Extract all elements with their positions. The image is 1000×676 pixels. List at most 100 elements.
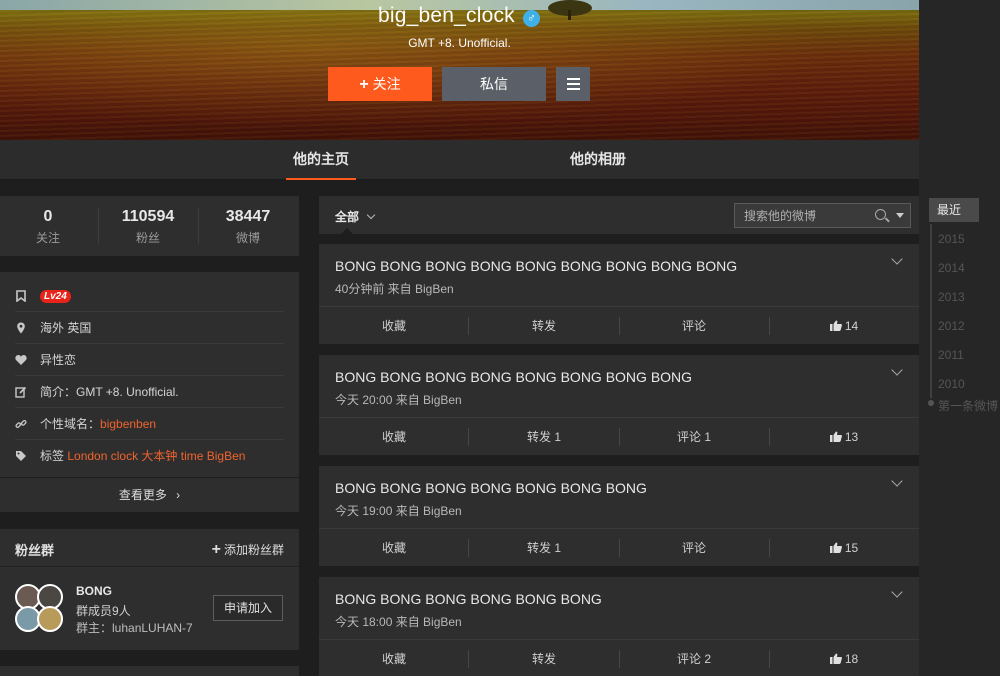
search-icon[interactable] bbox=[875, 209, 886, 220]
menu-icon-bar bbox=[567, 83, 580, 85]
post-meta[interactable]: 今天 18:00 来自 BigBen bbox=[335, 613, 462, 630]
stat-following[interactable]: 0 关注 bbox=[8, 208, 88, 246]
feed-search-box bbox=[734, 203, 911, 228]
edit-icon bbox=[15, 386, 27, 398]
fan-group-title: 粉丝群 bbox=[15, 543, 55, 558]
post-options-chevron-icon[interactable] bbox=[891, 475, 903, 487]
favorite-button[interactable]: 收藏 bbox=[319, 640, 469, 676]
caret-down-icon[interactable] bbox=[896, 213, 904, 218]
post-options-chevron-icon[interactable] bbox=[891, 586, 903, 598]
post-options-chevron-icon[interactable] bbox=[891, 364, 903, 376]
profile-tabbar: 他的主页 他的相册 bbox=[0, 140, 919, 180]
favorite-button[interactable]: 收藏 bbox=[319, 307, 469, 345]
repost-button[interactable]: 转发 bbox=[469, 307, 619, 345]
add-fan-group-button[interactable]: + 添加粉丝群 bbox=[212, 541, 284, 559]
next-panel-edge bbox=[0, 666, 299, 676]
group-members: 群成员9人 bbox=[76, 604, 131, 618]
menu-icon-bar bbox=[567, 78, 580, 80]
post-actions: 收藏 转发 评论 14 bbox=[319, 306, 919, 344]
favorite-button[interactable]: 收藏 bbox=[319, 529, 469, 567]
timeline-year[interactable]: 2013 bbox=[938, 290, 965, 304]
location-pin-icon bbox=[15, 322, 27, 334]
bio-label: 简介： bbox=[40, 385, 77, 399]
info-level: Lv24 bbox=[15, 280, 284, 312]
timeline-dot bbox=[928, 400, 934, 406]
menu-icon-bar bbox=[567, 88, 580, 90]
repost-button[interactable]: 转发 bbox=[469, 640, 619, 676]
bookmark-icon bbox=[15, 290, 27, 303]
timeline-year[interactable]: 2011 bbox=[938, 348, 964, 362]
thumbs-up-icon bbox=[829, 653, 842, 664]
like-button[interactable]: 13 bbox=[769, 418, 919, 456]
link-icon bbox=[15, 418, 27, 430]
favorite-button[interactable]: 收藏 bbox=[319, 418, 469, 456]
timeline-year[interactable]: 2012 bbox=[938, 319, 965, 333]
thumbs-up-icon bbox=[829, 542, 842, 553]
chevron-down-icon bbox=[366, 210, 376, 220]
feed-search-input[interactable] bbox=[735, 204, 867, 227]
stat-label: 关注 bbox=[35, 231, 60, 245]
filter-pointer bbox=[341, 228, 353, 234]
post-meta[interactable]: 40分钟前 来自 BigBen bbox=[335, 280, 454, 297]
repost-button[interactable]: 转发 1 bbox=[469, 418, 619, 456]
domain-label: 个性域名： bbox=[40, 417, 101, 431]
group-avatar[interactable] bbox=[15, 584, 65, 634]
view-more-label: 查看更多 bbox=[118, 488, 167, 502]
info-domain: 个性域名：bigbenben bbox=[15, 408, 284, 440]
timeline-recent[interactable]: 最近 bbox=[929, 198, 979, 222]
stat-value: 38447 bbox=[225, 208, 271, 225]
tags-links[interactable]: London clock 大本钟 time BigBen bbox=[67, 449, 245, 463]
stats-panel: 0 关注 110594 粉丝 38447 微博 bbox=[0, 196, 299, 256]
follow-button[interactable]: + 关注 bbox=[328, 67, 432, 101]
comment-button[interactable]: 评论 2 bbox=[619, 640, 769, 676]
like-count: 14 bbox=[844, 319, 859, 333]
stat-value: 110594 bbox=[121, 208, 175, 225]
comment-button[interactable]: 评论 1 bbox=[619, 418, 769, 456]
divider bbox=[98, 208, 99, 244]
plus-icon: + bbox=[211, 541, 221, 558]
feed-post: BONG BONG BONG BONG BONG BONG BONG BONG … bbox=[319, 244, 919, 344]
tab-album[interactable]: 他的相册 bbox=[560, 140, 636, 180]
post-meta[interactable]: 今天 20:00 来自 BigBen bbox=[335, 391, 462, 408]
comment-button[interactable]: 评论 bbox=[619, 307, 769, 345]
timeline-first-post[interactable]: 第一条微博 bbox=[938, 397, 998, 414]
follow-label: 关注 bbox=[372, 76, 401, 92]
feed-post: BONG BONG BONG BONG BONG BONG 今天 18:00 来… bbox=[319, 577, 919, 676]
profile-cover: big_ben_clock ♂ GMT +8. Unofficial. + 关注 … bbox=[0, 0, 919, 140]
tab-home[interactable]: 他的主页 bbox=[286, 140, 356, 180]
level-badge[interactable]: Lv24 bbox=[40, 290, 71, 304]
post-actions: 收藏 转发 评论 2 18 bbox=[319, 639, 919, 676]
like-button[interactable]: 15 bbox=[769, 529, 919, 567]
bio-value: GMT +8. Unofficial. bbox=[76, 385, 179, 399]
more-menu-button[interactable] bbox=[556, 67, 590, 101]
stat-posts[interactable]: 38447 微博 bbox=[208, 208, 288, 246]
join-group-button[interactable]: 申请加入 bbox=[213, 595, 283, 621]
timeline-year[interactable]: 2010 bbox=[938, 377, 965, 391]
message-button[interactable]: 私信 bbox=[442, 67, 546, 101]
stat-label: 微博 bbox=[235, 231, 260, 245]
info-location: 海外 英国 bbox=[15, 312, 284, 344]
post-meta[interactable]: 今天 19:00 来自 BigBen bbox=[335, 502, 462, 519]
heart-icon bbox=[15, 354, 27, 366]
add-fan-group-label: 添加粉丝群 bbox=[223, 543, 284, 557]
like-button[interactable]: 14 bbox=[769, 307, 919, 345]
fan-group-panel: 粉丝群 + 添加粉丝群 BONG 群成员9人 群主：luhanLUHAN-7 申请… bbox=[0, 529, 299, 650]
group-name[interactable]: BONG bbox=[76, 584, 112, 598]
like-count: 13 bbox=[844, 430, 859, 444]
fan-group-header: 粉丝群 + 添加粉丝群 bbox=[0, 529, 299, 567]
stat-followers[interactable]: 110594 粉丝 bbox=[108, 208, 188, 246]
post-actions: 收藏 转发 1 评论 15 bbox=[319, 528, 919, 566]
feed-post: BONG BONG BONG BONG BONG BONG BONG 今天 19… bbox=[319, 466, 919, 566]
timeline-year[interactable]: 2015 bbox=[938, 232, 965, 246]
like-button[interactable]: 18 bbox=[769, 640, 919, 676]
comment-button[interactable]: 评论 bbox=[619, 529, 769, 567]
view-more-button[interactable]: 查看更多 › bbox=[0, 478, 299, 512]
domain-link[interactable]: bigbenben bbox=[100, 417, 156, 431]
repost-button[interactable]: 转发 1 bbox=[469, 529, 619, 567]
post-text: BONG BONG BONG BONG BONG BONG BONG BONG bbox=[335, 369, 693, 385]
divider bbox=[198, 208, 199, 244]
timeline-year[interactable]: 2014 bbox=[938, 261, 965, 275]
filter-dropdown[interactable]: 全部 bbox=[335, 208, 376, 225]
post-options-chevron-icon[interactable] bbox=[891, 253, 903, 265]
thumbs-up-icon bbox=[829, 431, 842, 442]
